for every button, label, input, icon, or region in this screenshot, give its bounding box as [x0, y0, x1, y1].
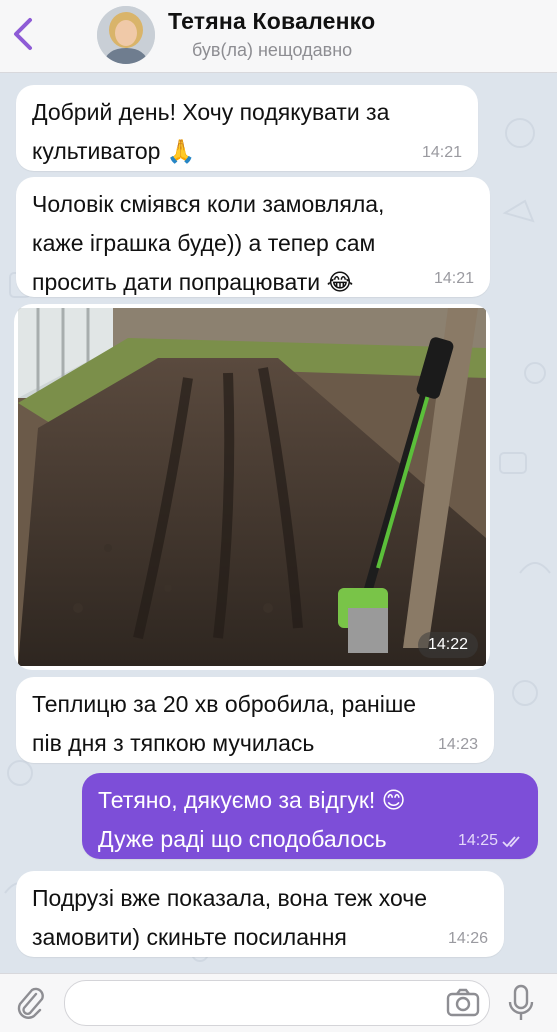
back-button[interactable] [8, 14, 40, 54]
message-time: 14:21 [433, 270, 474, 287]
contact-name[interactable]: Тетяна Коваленко [168, 8, 375, 35]
camera-button[interactable] [445, 985, 481, 1021]
message-time: 14:23 [437, 736, 478, 753]
message-bubble-incoming[interactable]: Теплицю за 20 хв обробила, раніше пів дн… [16, 677, 494, 763]
contact-status: був(ла) нещодавно [192, 40, 353, 60]
message-text: Теплицю за 20 хв обробила, раніше пів дн… [32, 691, 417, 756]
message-time: 14:21 [421, 144, 462, 161]
microphone-icon [508, 984, 534, 1020]
message-text: Добрий день! Хочу подякувати за культива… [32, 99, 390, 164]
message-bubble-incoming[interactable]: Подрузі вже показала, вона теж хоче замо… [16, 871, 504, 957]
read-checkmarks-icon [502, 836, 520, 848]
message-time: 14:22 [417, 632, 478, 658]
message-text: Подрузі вже показала, вона теж хоче замо… [32, 885, 428, 950]
message-field[interactable] [64, 980, 490, 1026]
avatar[interactable] [97, 6, 155, 64]
message-text: Чоловік сміявся коли замовляла, каже ігр… [32, 191, 385, 295]
message-input[interactable] [81, 981, 445, 1023]
message-bubble-incoming[interactable]: Добрий день! Хочу подякувати за культива… [16, 85, 478, 171]
message-bubble-incoming[interactable]: Чоловік сміявся коли замовляла, каже ігр… [16, 177, 490, 297]
photo-garden-bed-cultivator [18, 308, 486, 666]
voice-message-button[interactable] [506, 984, 536, 1022]
chevron-left-icon [14, 18, 32, 50]
message-list[interactable]: Добрий день! Хочу подякувати за культива… [0, 73, 557, 973]
chat-header: Тетяна Коваленко був(ла) нещодавно [0, 0, 557, 73]
attach-button[interactable] [14, 986, 46, 1020]
message-input-bar [0, 973, 557, 1032]
message-text: Тетяно, дякуємо за відгук! 😊 Дуже раді щ… [98, 787, 406, 852]
paperclip-icon [17, 987, 44, 1019]
camera-icon [446, 988, 480, 1017]
message-time: 14:26 [447, 930, 488, 947]
message-bubble-outgoing[interactable]: Тетяно, дякуємо за відгук! 😊 Дуже раді щ… [82, 773, 538, 859]
photo-message[interactable]: 14:22 [14, 304, 490, 670]
message-time: 14:25 [457, 832, 498, 849]
